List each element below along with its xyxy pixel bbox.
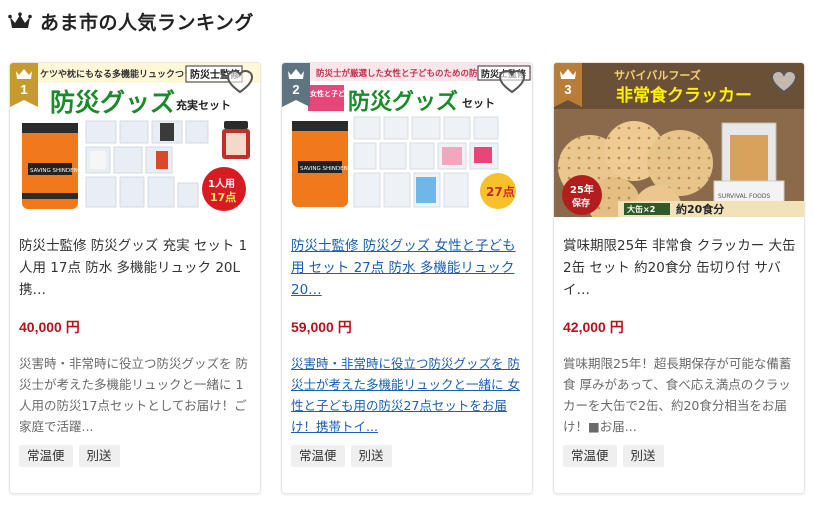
favorite-heart-icon[interactable] (498, 69, 526, 95)
favorite-heart-icon[interactable] (770, 69, 798, 95)
shipping-tag: 常温便 (291, 445, 345, 467)
rank-number: 3 (564, 82, 572, 97)
rank-badge: 1 (10, 63, 38, 107)
burst-count: 27点 (486, 184, 515, 199)
rank-badge: 3 (554, 63, 582, 107)
product-price: 42,000 円 (563, 319, 624, 335)
image-headline: 防災グッズ (348, 89, 458, 115)
image-headline-suffix: 充実セット (176, 98, 231, 112)
image-headline: 非常食クラッカー (616, 85, 752, 106)
product-tags: 常温便 別送 (291, 445, 392, 467)
product-tags: 常温便 別送 (563, 445, 664, 467)
ranking-header: あま市の人気ランキング (8, 8, 254, 34)
burst-count: 17点 (210, 190, 236, 204)
product-image[interactable]: ケツや枕にもなる多機能リュックつき 防災士監修 防災グッズ 充実セット SAVI… (10, 63, 260, 217)
can-label: SURVIVAL FOODS (718, 193, 771, 200)
delivery-tag: 別送 (78, 445, 120, 467)
shipping-tag: 常温便 (563, 445, 617, 467)
image-top-text: ケツや枕にもなる多機能リュックつき (40, 68, 193, 80)
product-card[interactable]: サバイバルフーズ 非常食クラッカー SURVIVAL FOODS 25年 保存 … (553, 62, 805, 494)
product-image[interactable]: 防災士が厳選した女性と子どものための防災用品 防災士監修 女性と子ども用 防災グ… (282, 63, 532, 217)
product-name-link[interactable]: 賞味期限25年 非常食 クラッカー 大缶2缶 セット 約20食分 缶切り付 サバ… (563, 235, 797, 301)
favorite-heart-icon[interactable] (226, 69, 254, 95)
strip-meals: 約20食分 (676, 202, 724, 216)
crown-icon (8, 12, 32, 28)
product-price: 40,000 円 (19, 319, 80, 335)
badge-top: 25年 (570, 183, 594, 196)
shipping-tag: 常温便 (19, 445, 73, 467)
rank-number: 2 (292, 82, 300, 97)
product-card[interactable]: 防災士が厳選した女性と子どものための防災用品 防災士監修 女性と子ども用 防災グ… (281, 62, 533, 494)
product-price: 59,000 円 (291, 319, 352, 335)
strip-can: 大缶×2 (627, 204, 655, 214)
bag-label: SAVING SHINDENSHA (30, 168, 89, 174)
image-brand: サバイバルフーズ (614, 68, 701, 82)
product-image[interactable]: サバイバルフーズ 非常食クラッカー SURVIVAL FOODS 25年 保存 … (554, 63, 804, 217)
product-name-link[interactable]: 防災士監修 防災グッズ 充実 セット 1人用 17点 防水 多機能リュック 20… (19, 235, 253, 301)
badge-bottom: 保存 (571, 197, 590, 209)
burst-text: 1人用 (208, 177, 235, 190)
image-top-text: 防災士が厳選した女性と子どものための防災用品 (316, 68, 504, 79)
delivery-tag: 別送 (350, 445, 392, 467)
product-card[interactable]: ケツや枕にもなる多機能リュックつき 防災士監修 防災グッズ 充実セット SAVI… (9, 62, 261, 494)
product-description: 災害時・非常時に役立つ防災グッズを 防災士が考えた多機能リュックと一緒に 1人用… (19, 356, 248, 434)
rank-number: 1 (20, 82, 28, 97)
bag-label: SAVING SHINDENSHA (300, 166, 359, 172)
product-tags: 常温便 別送 (19, 445, 120, 467)
product-description: 賞味期限25年！超長期保存が可能な備蓄食 厚みがあって、食べ応え満点のクラッカー… (563, 356, 792, 434)
image-headline: 防災グッズ (50, 88, 175, 117)
product-description[interactable]: 災害時・非常時に役立つ防災グッズを 防災士が考えた多機能リュックと一緒に 女性と… (291, 353, 527, 437)
rank-badge: 2 (282, 63, 310, 107)
delivery-tag: 別送 (622, 445, 664, 467)
image-headline-suffix: セット (462, 97, 495, 110)
ranking-title: あま市の人気ランキング (40, 11, 254, 34)
product-name-link[interactable]: 防災士監修 防災グッズ 女性と子ども用 セット 27点 防水 多機能リュック 2… (291, 235, 525, 301)
